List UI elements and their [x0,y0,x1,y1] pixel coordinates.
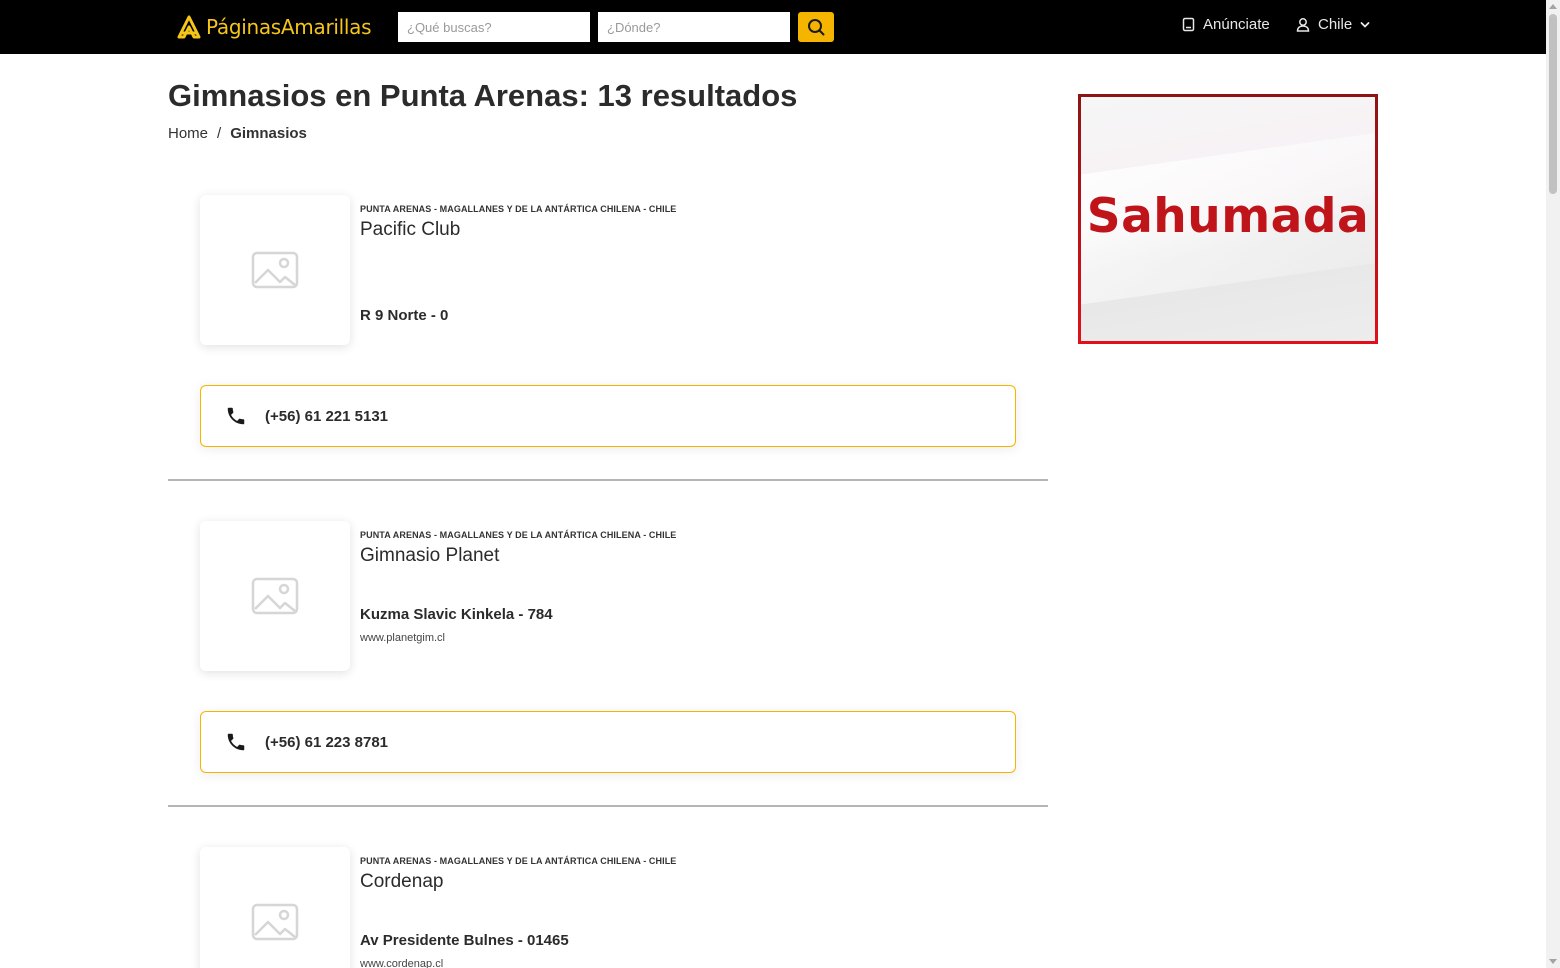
page-scrollbar[interactable] [1546,0,1560,968]
search-what-input[interactable] [398,12,590,42]
phone-number: (+56) 61 221 5131 [265,407,389,425]
listing-thumbnail[interactable] [200,521,350,671]
listing-divider [168,805,1048,807]
phone-icon [227,407,245,425]
page-title: Gimnasios en Punta Arenas: 13 resultados [168,78,797,114]
phone-icon [227,733,245,751]
listing-address: Kuzma Slavic Kinkela - 784 [360,606,553,623]
listing-region: PUNTA ARENAS - MAGALLANES Y DE LA ANTÁRT… [360,856,677,866]
listing-region: PUNTA ARENAS - MAGALLANES Y DE LA ANTÁRT… [360,530,677,540]
image-placeholder-icon [251,577,299,615]
user-icon [1296,18,1310,32]
breadcrumb-current: Gimnasios [230,125,307,142]
search-button[interactable] [798,12,834,42]
listing-thumbnail[interactable] [200,847,350,968]
listing-website-link[interactable]: www.cordenap.cl [360,958,443,968]
breadcrumb-home-link[interactable]: Home [168,125,208,142]
listing-region: PUNTA ARENAS - MAGALLANES Y DE LA ANTÁRT… [360,204,677,214]
document-icon [1182,17,1195,32]
country-selector[interactable]: Chile [1296,16,1370,33]
listing-card: PUNTA ARENAS - MAGALLANES Y DE LA ANTÁRT… [168,195,1048,521]
logo-mark-icon [177,15,201,39]
scroll-down-arrow-icon[interactable] [1549,959,1557,964]
top-navbar: PáginasAmarillas Anúnciate Chile [0,0,1546,54]
breadcrumb: Home / Gimnasios [168,125,307,142]
listing-name[interactable]: Gimnasio Planet [360,545,499,567]
phone-button[interactable]: (+56) 61 221 5131 [200,385,1016,447]
page-title-category: Gimnasios en Punta Arenas [168,78,579,113]
listing-card: PUNTA ARENAS - MAGALLANES Y DE LA ANTÁRT… [168,847,1048,968]
image-placeholder-icon [251,903,299,941]
scroll-up-arrow-icon[interactable] [1549,4,1557,9]
site-logo[interactable]: PáginasAmarillas [176,12,372,42]
country-label: Chile [1318,16,1353,33]
image-placeholder-icon [251,251,299,289]
listing-card: PUNTA ARENAS - MAGALLANES Y DE LA ANTÁRT… [168,521,1048,847]
advertise-link[interactable]: Anúnciate [1182,16,1270,33]
listing-divider [168,479,1048,481]
listing-thumbnail[interactable] [200,195,350,345]
logo-text: PáginasAmarillas [206,15,372,39]
search-icon [808,19,825,36]
advertise-label: Anúnciate [1203,16,1270,33]
search-where-input[interactable] [598,12,790,42]
ad-brand-text: Sahumada [1086,189,1370,244]
listing-name[interactable]: Pacific Club [360,219,460,241]
phone-number: (+56) 61 223 8781 [265,733,389,751]
phone-button[interactable]: (+56) 61 223 8781 [200,711,1016,773]
listing-website-link[interactable]: www.planetgim.cl [360,632,445,644]
breadcrumb-separator: / [217,125,222,142]
ad-banner[interactable]: Sahumada [1078,94,1378,344]
page-title-count: : 13 resultados [578,78,798,113]
listing-address: Av Presidente Bulnes - 01465 [360,932,569,949]
scroll-thumb[interactable] [1549,14,1557,194]
listing-address: R 9 Norte - 0 [360,307,449,324]
listing-name[interactable]: Cordenap [360,871,443,893]
chevron-down-icon [1360,21,1370,28]
